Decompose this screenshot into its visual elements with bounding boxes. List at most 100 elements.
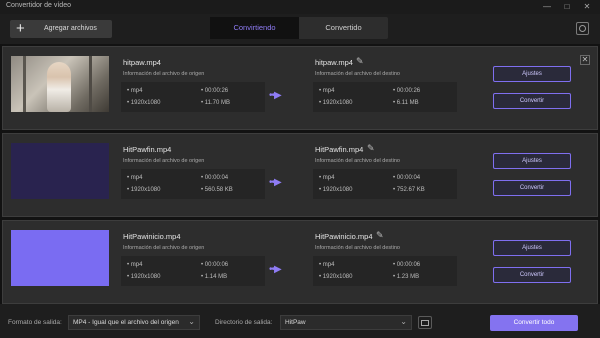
source-info-label: Información del archivo de origen — [123, 158, 205, 164]
convert-button[interactable]: Convertir — [493, 267, 571, 283]
convert-all-button[interactable]: Convertir todo — [490, 315, 578, 331]
output-dir-select[interactable]: HitPaw ⌄ — [280, 315, 412, 330]
close-icon[interactable]: ✕ — [578, 0, 596, 14]
settings-button[interactable]: Ajustes — [493, 66, 571, 82]
source-size: • 560.58 KB — [201, 187, 233, 193]
convert-arrow-icon: ••▶ — [269, 90, 282, 101]
dest-resolution-value: 1920x1080 — [322, 274, 353, 280]
window-title: Convertidor de vídeo — [6, 2, 71, 9]
dest-file-name: HitPawfin.mp4 — [315, 145, 364, 154]
source-meta: • mp4 • 00:00:06 • 1920x1080 • 1.14 MB — [121, 256, 265, 286]
source-file-name: hitpaw.mp4 — [123, 58, 161, 67]
dest-file-name: HitPawinicio.mp4 — [315, 232, 373, 241]
dest-size-value: 6.11 MB — [396, 100, 419, 106]
add-files-button[interactable]: + Agregar archivos — [10, 20, 112, 38]
edit-name-icon[interactable]: ✎ — [356, 56, 364, 67]
dest-format-value: mp4 — [322, 175, 335, 181]
add-files-label: Agregar archivos — [44, 25, 97, 32]
source-info-label: Información del archivo de origen — [123, 71, 205, 77]
source-meta: • mp4 • 00:00:26 • 1920x1080 • 11.70 MB — [121, 82, 265, 112]
source-size-value: 560.58 KB — [204, 187, 233, 193]
source-resolution-value: 1920x1080 — [130, 274, 161, 280]
source-resolution-value: 1920x1080 — [130, 100, 161, 106]
clock-icon — [579, 25, 586, 32]
dest-resolution-value: 1920x1080 — [322, 187, 353, 193]
source-duration: • 00:00:26 — [201, 88, 229, 94]
source-duration-value: 00:00:26 — [204, 88, 229, 94]
remove-file-icon[interactable]: ✕ — [580, 55, 590, 65]
minimize-icon[interactable]: — — [538, 0, 556, 14]
file-card: HitPawfin.mp4 Información del archivo de… — [2, 133, 598, 217]
dest-resolution: • 1920x1080 — [319, 274, 353, 280]
source-resolution: • 1920x1080 — [127, 100, 161, 106]
source-size-value: 11.70 MB — [204, 100, 231, 106]
dest-size: • 6.11 MB — [393, 100, 419, 106]
open-folder-button[interactable] — [418, 316, 432, 329]
dest-resolution-value: 1920x1080 — [322, 100, 353, 106]
file-card: HitPawinicio.mp4 Información del archivo… — [2, 220, 598, 304]
video-thumbnail[interactable] — [11, 143, 109, 199]
dest-meta: • mp4 • 00:00:26 • 1920x1080 • 6.11 MB — [313, 82, 457, 112]
source-info-label: Información del archivo de origen — [123, 245, 205, 251]
source-file-name: HitPawinicio.mp4 — [123, 232, 181, 241]
settings-button[interactable]: Ajustes — [493, 153, 571, 169]
folder-icon — [421, 320, 429, 326]
dest-info-label: Información del archivo del destino — [315, 158, 400, 164]
source-meta: • mp4 • 00:00:04 • 1920x1080 • 560.58 KB — [121, 169, 265, 199]
thumbnail-person — [47, 62, 71, 112]
settings-button[interactable]: Ajustes — [493, 240, 571, 256]
output-dir-value: HitPaw — [285, 319, 306, 326]
dest-format: • mp4 — [319, 262, 335, 268]
file-list: hitpaw.mp4 Información del archivo de or… — [0, 44, 600, 304]
source-resolution: • 1920x1080 — [127, 274, 161, 280]
dest-format: • mp4 — [319, 175, 335, 181]
source-duration: • 00:00:04 — [201, 175, 229, 181]
dest-size-value: 1.23 MB — [396, 274, 420, 280]
output-format-select[interactable]: MP4 - Igual que el archivo del origen ⌄ — [68, 315, 200, 330]
dest-resolution: • 1920x1080 — [319, 100, 353, 106]
dest-size-value: 752.67 KB — [396, 187, 425, 193]
convert-arrow-icon: ••▶ — [269, 177, 282, 188]
source-duration-value: 00:00:04 — [204, 175, 229, 181]
dest-format: • mp4 — [319, 88, 335, 94]
source-size: • 11.70 MB — [201, 100, 231, 106]
dest-duration-value: 00:00:04 — [396, 175, 421, 181]
output-dir-label: Directorio de salida: — [215, 319, 273, 326]
dest-meta: • mp4 • 00:00:06 • 1920x1080 • 1.23 MB — [313, 256, 457, 286]
video-thumbnail[interactable] — [11, 230, 109, 286]
source-format-value: mp4 — [130, 175, 143, 181]
chevron-down-icon: ⌄ — [188, 317, 195, 326]
convert-arrow-icon: ••▶ — [269, 264, 282, 275]
source-duration: • 00:00:06 — [201, 262, 229, 268]
source-format-value: mp4 — [130, 88, 143, 94]
convert-button[interactable]: Convertir — [493, 93, 571, 109]
output-format-label: Formato de salida: — [8, 319, 62, 326]
dest-size: • 752.67 KB — [393, 187, 425, 193]
tab-converted[interactable]: Convertido — [299, 17, 388, 39]
source-format: • mp4 — [127, 88, 143, 94]
history-button[interactable] — [576, 22, 589, 35]
maximize-icon[interactable]: □ — [558, 0, 576, 14]
dest-resolution: • 1920x1080 — [319, 187, 353, 193]
dest-duration-value: 00:00:26 — [396, 88, 421, 94]
dest-meta: • mp4 • 00:00:04 • 1920x1080 • 752.67 KB — [313, 169, 457, 199]
edit-name-icon[interactable]: ✎ — [376, 230, 384, 241]
dest-format-value: mp4 — [322, 88, 335, 94]
thumbnail-detail — [23, 56, 26, 112]
edit-name-icon[interactable]: ✎ — [367, 143, 375, 154]
source-file-name: HitPawfin.mp4 — [123, 145, 172, 154]
title-bar: Convertidor de vídeo — □ ✕ — [0, 0, 600, 14]
dest-duration-value: 00:00:06 — [396, 262, 421, 268]
video-thumbnail[interactable] — [11, 56, 109, 112]
convert-button[interactable]: Convertir — [493, 180, 571, 196]
source-format-value: mp4 — [130, 262, 143, 268]
source-size-value: 1.14 MB — [204, 274, 228, 280]
source-resolution: • 1920x1080 — [127, 187, 161, 193]
thumbnail-detail — [89, 56, 92, 112]
chevron-down-icon: ⌄ — [400, 317, 407, 326]
bottom-bar: Formato de salida: MP4 - Igual que el ar… — [0, 304, 600, 338]
plus-icon: + — [16, 20, 25, 37]
tab-converting[interactable]: Convirtiendo — [210, 17, 299, 39]
status-tabs: Convirtiendo Convertido — [210, 17, 388, 39]
source-resolution-value: 1920x1080 — [130, 187, 161, 193]
